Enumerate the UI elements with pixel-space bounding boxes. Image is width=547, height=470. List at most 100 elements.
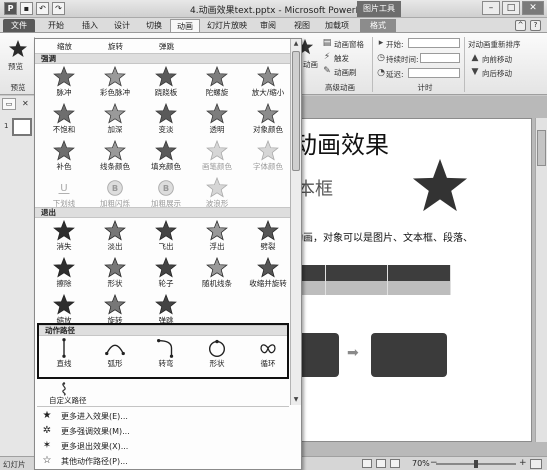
effect-turn-path[interactable]: 转弯	[141, 337, 191, 371]
slides-tab[interactable]: ▭	[2, 98, 16, 110]
effect-split-star[interactable]: 劈裂	[243, 220, 293, 254]
more-emphasis-effects[interactable]: ✲ 更多强调效果(M)...	[37, 424, 289, 438]
more-motion-paths[interactable]: ☆ 其他动作路径(P)...	[37, 454, 289, 468]
effect-shape-star[interactable]: 形状	[90, 257, 140, 291]
powerpoint-logo-icon[interactable]: P	[4, 2, 17, 15]
zoom-slider-knob[interactable]	[474, 460, 478, 468]
animation-painter-button[interactable]: 动画刷	[334, 67, 357, 78]
effect-grow-shrink-star[interactable]: 放大/缩小	[243, 66, 293, 100]
tab-review[interactable]: 审阅	[254, 19, 282, 32]
effect-spin-star[interactable]: 陀螺旋	[192, 66, 242, 100]
sorter-view-icon[interactable]	[376, 459, 386, 468]
tab-slideshow[interactable]: 幻灯片放映	[204, 19, 250, 32]
scroll-up-icon[interactable]: ▲	[291, 39, 301, 49]
slide-rounded-box-right[interactable]	[371, 333, 447, 377]
duration-input[interactable]	[420, 53, 460, 63]
effect-label[interactable]: 缩放	[57, 41, 72, 52]
effect-darken-star[interactable]: 加深	[90, 103, 140, 137]
effect-label[interactable]: 旋转	[108, 41, 123, 52]
effect-lighten-star[interactable]: 变淡	[141, 103, 191, 137]
normal-view-icon[interactable]	[362, 459, 372, 468]
animation-pane-button[interactable]: 动画窗格	[334, 39, 364, 50]
effect-pulse-star[interactable]: 脉冲	[39, 66, 89, 100]
tab-design[interactable]: 设计	[108, 19, 136, 32]
tab-animations[interactable]: 动画	[170, 19, 200, 32]
effect-label: 放大/缩小	[251, 88, 285, 97]
slide-subtitle[interactable]: 本框	[297, 175, 333, 201]
effect-bold-reveal[interactable]: B 加粗展示	[141, 177, 191, 211]
effect-line-color-star[interactable]: 线条颜色	[90, 140, 140, 174]
zoom-level[interactable]: 70%	[412, 459, 430, 468]
reading-view-icon[interactable]	[390, 459, 400, 468]
effect-bold-flash[interactable]: B 加粗闪烁	[90, 177, 140, 211]
emphasis-section-header: 强调	[35, 53, 291, 64]
slide-body-text[interactable]: 动画，对象可以是图片、文本框、段落、	[293, 229, 473, 244]
slide-title[interactable]: 动画效果	[293, 125, 389, 160]
effect-wheel-star[interactable]: 轮子	[141, 257, 191, 291]
effect-random-bars-star[interactable]: 随机线条	[192, 257, 242, 291]
slide-canvas[interactable]: 动画效果 本框 动画，对象可以是图片、文本框、段落、 ➡	[262, 118, 532, 442]
effect-fly-out-star[interactable]: 飞出	[141, 220, 191, 254]
tab-view[interactable]: 视图	[288, 19, 316, 32]
move-later-button[interactable]: 向后移动	[482, 68, 512, 79]
minimize-ribbon-icon[interactable]: ^	[515, 20, 526, 31]
redo-icon[interactable]: ↷	[52, 2, 65, 15]
minimize-button[interactable]: –	[482, 1, 500, 15]
maximize-button[interactable]: □	[502, 1, 520, 15]
start-select[interactable]	[408, 38, 460, 48]
effect-shape-path[interactable]: 形状	[192, 337, 242, 371]
effect-loop-path[interactable]: 循环	[243, 337, 293, 371]
undo-icon[interactable]: ↶	[36, 2, 49, 15]
effect-label[interactable]: 弹跳	[159, 41, 174, 52]
effect-line-path[interactable]: 直线	[39, 337, 89, 371]
fit-to-window-icon[interactable]	[530, 459, 542, 469]
tab-format[interactable]: 格式	[360, 19, 396, 32]
effect-complementary-star[interactable]: 补色	[39, 140, 89, 174]
effect-fill-color-star[interactable]: 填充颜色	[141, 140, 191, 174]
effect-font-color-star[interactable]: 字体颜色	[243, 140, 293, 174]
save-icon[interactable]: ▪	[20, 2, 33, 15]
trigger-button[interactable]: 触发	[334, 53, 349, 64]
preview-star-icon[interactable]	[8, 39, 28, 59]
delay-input[interactable]	[408, 68, 460, 78]
effect-float-out-star[interactable]: 浮出	[192, 220, 242, 254]
tab-home[interactable]: 开始	[42, 19, 70, 32]
scroll-thumb[interactable]	[292, 51, 300, 171]
custom-path-label[interactable]: 自定义路径	[49, 395, 87, 406]
more-exit-effects[interactable]: ✶ 更多退出效果(X)...	[37, 439, 289, 453]
effect-transparency-star[interactable]: 透明	[192, 103, 242, 137]
slide-thumbnail[interactable]	[12, 118, 32, 136]
effect-disappear-star[interactable]: 消失	[39, 220, 89, 254]
help-icon[interactable]: ?	[530, 20, 541, 31]
move-earlier-button[interactable]: 向前移动	[482, 54, 512, 65]
effect-shrink-turn-star[interactable]: 收缩并旋转	[243, 257, 293, 291]
more-entrance-effects[interactable]: ★ 更多进入效果(E)...	[37, 409, 289, 423]
effect-desaturate-star[interactable]: 不饱和	[39, 103, 89, 137]
close-button[interactable]: ✕	[522, 1, 544, 15]
effect-color-pulse-star[interactable]: 彩色脉冲	[90, 66, 140, 100]
timing-group-label: 计时	[417, 83, 433, 92]
preview-button[interactable]: 预览	[8, 61, 23, 72]
scroll-down-icon[interactable]: ▼	[291, 395, 301, 405]
effect-wave-star[interactable]: 波浪形	[192, 177, 242, 211]
zoom-in-button[interactable]: +	[519, 458, 527, 468]
effect-arc-path[interactable]: 弧形	[90, 337, 140, 371]
slide-arrow-icon[interactable]: ➡	[347, 345, 359, 361]
add-animation-button[interactable]: 动画	[303, 59, 318, 70]
close-panel-icon[interactable]: ✕	[22, 99, 29, 108]
tab-addins[interactable]: 加载项	[320, 19, 354, 32]
effect-wipe-star[interactable]: 擦除	[39, 257, 89, 291]
tab-transitions[interactable]: 切换	[140, 19, 168, 32]
effect-brush-color-star[interactable]: 画笔颜色	[192, 140, 242, 174]
gallery-scrollbar[interactable]: ▲ ▼	[290, 39, 301, 405]
custom-path-icon[interactable]	[59, 382, 69, 396]
slide-vertical-scrollbar[interactable]	[535, 118, 547, 442]
slide-star-shape[interactable]	[411, 157, 469, 215]
effect-object-color-star[interactable]: 对象颜色	[243, 103, 293, 137]
pulse-star-icon	[39, 66, 89, 88]
tab-insert[interactable]: 插入	[76, 19, 104, 32]
effect-underline[interactable]: U 下划线	[39, 177, 89, 211]
effect-teeter-star[interactable]: 跷跷板	[141, 66, 191, 100]
tab-file[interactable]: 文件	[3, 19, 35, 32]
effect-fade-star[interactable]: 淡出	[90, 220, 140, 254]
